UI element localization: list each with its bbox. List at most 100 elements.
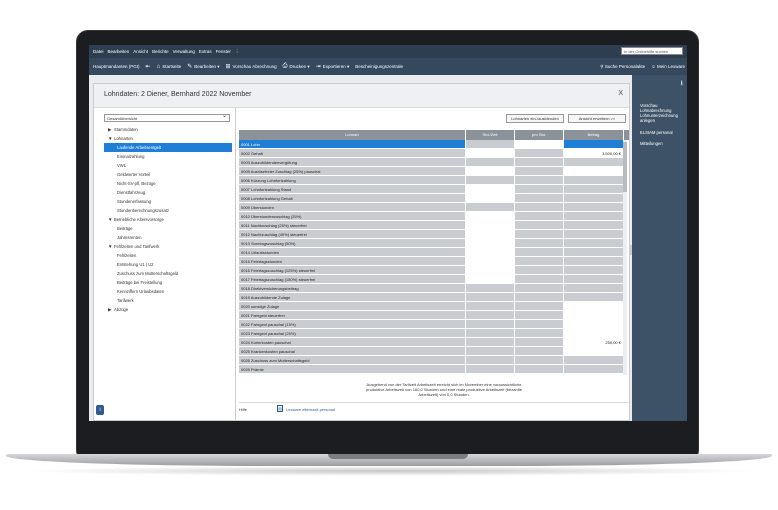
row-value-cell[interactable]: [515, 194, 564, 202]
menu-item[interactable]: Verwaltung: [173, 49, 195, 54]
row-value-cell[interactable]: 3.500,00 €: [564, 149, 624, 157]
tree-item[interactable]: ▼ Betriebliche Altersvorsorge: [104, 215, 232, 224]
tree-item[interactable]: Dienstfahrzeug: [104, 188, 232, 197]
menu-item[interactable]: Bearbeiten: [108, 49, 130, 54]
toolbar-item[interactable]: ⎙ Drucken ▾: [283, 63, 310, 70]
row-value-cell[interactable]: [564, 230, 624, 238]
row-value-cell[interactable]: [466, 248, 515, 256]
tree-item[interactable]: Laufende Arbeitsentgelt: [104, 143, 232, 152]
row-value-cell[interactable]: [466, 302, 515, 310]
rp-create-signature[interactable]: Lohnunterzeichnung anlegen: [640, 113, 686, 123]
col-hours[interactable]: Std./Zeit: [466, 130, 515, 140]
row-value-cell[interactable]: [564, 257, 624, 265]
collapse-icon[interactable]: ⇤: [146, 63, 151, 70]
table-row[interactable]: 0013 Sonntagszuschlag (50%): [239, 239, 629, 248]
menu-item[interactable]: Fenster: [216, 49, 231, 54]
tree-item[interactable]: ▼ Fehlzeiten und Tarifwerk: [104, 242, 232, 251]
row-value-cell[interactable]: [515, 302, 564, 310]
row-value-cell[interactable]: [515, 275, 564, 283]
row-value-cell[interactable]: [466, 320, 515, 328]
table-row[interactable]: 0023 Fahrgeld pauschal (25%): [239, 329, 629, 338]
toolbar-item[interactable]: ⊞ Vorschau Abrechnung: [226, 63, 277, 70]
row-value-cell[interactable]: [564, 293, 624, 301]
table-row[interactable]: 0001 Lohn: [239, 140, 629, 149]
row-value-cell[interactable]: [564, 311, 624, 319]
row-value-cell[interactable]: 250,00 €: [564, 338, 624, 346]
row-value-cell[interactable]: [564, 239, 624, 247]
row-value-cell[interactable]: [466, 275, 515, 283]
row-value-cell[interactable]: [515, 347, 564, 355]
toolbar-item[interactable]: ⇥ Exportieren ▾: [316, 63, 350, 71]
row-value-cell[interactable]: [515, 221, 564, 229]
row-value-cell[interactable]: [564, 140, 624, 148]
company-selector[interactable]: Hauptmandanten (PGI): [93, 64, 140, 69]
row-value-cell[interactable]: [515, 212, 564, 220]
row-value-cell[interactable]: [564, 194, 624, 202]
table-row[interactable]: 0029 Prämie: [239, 365, 629, 374]
tree-item[interactable]: ▶ Stammdaten: [104, 125, 232, 134]
row-value-cell[interactable]: [515, 140, 564, 148]
row-value-cell[interactable]: [515, 365, 564, 373]
row-value-cell[interactable]: [515, 158, 564, 166]
row-value-cell[interactable]: [564, 203, 624, 211]
row-value-cell[interactable]: [515, 239, 564, 247]
row-value-cell[interactable]: [466, 158, 515, 166]
row-value-cell[interactable]: [515, 203, 564, 211]
table-row[interactable]: 0005 Auslösefreier Zuschlag (25%) pausch…: [239, 167, 629, 176]
row-value-cell[interactable]: [466, 212, 515, 220]
row-value-cell[interactable]: [564, 284, 624, 292]
row-value-cell[interactable]: [564, 185, 624, 193]
rp-preview-payslip[interactable]: Vorschau Lohnabrechnung: [640, 103, 686, 113]
col-amount[interactable]: Betrag: [564, 130, 624, 140]
row-value-cell[interactable]: [564, 275, 624, 283]
table-row[interactable]: 0016 Feiertagszuschlag (125%) steuerfrei: [239, 266, 629, 275]
row-value-cell[interactable]: [515, 293, 564, 301]
row-value-cell[interactable]: [466, 284, 515, 292]
menu-item[interactable]: Berichte: [152, 49, 169, 54]
menu-item[interactable]: Datei: [93, 49, 104, 54]
row-value-cell[interactable]: [515, 230, 564, 238]
table-row[interactable]: 0003 Auszubildendenvergütung: [239, 158, 629, 167]
menu-item[interactable]: Ansicht: [133, 49, 148, 54]
row-value-cell[interactable]: [466, 194, 515, 202]
row-value-cell[interactable]: [515, 257, 564, 265]
row-value-cell[interactable]: [515, 338, 564, 346]
row-value-cell[interactable]: [515, 248, 564, 256]
table-row[interactable]: 0012 Nachtzuschlag (40%) steuerfrei: [239, 230, 629, 239]
close-icon[interactable]: X: [618, 90, 623, 97]
splitter[interactable]: [235, 108, 236, 421]
help-search-input[interactable]: In der Onlinehilfe suchen: [621, 47, 683, 55]
table-row[interactable]: 0021 Fahrgeld steuerfrei: [239, 311, 629, 320]
col-lohnart[interactable]: Lohnart: [239, 130, 466, 140]
tree-item[interactable]: Beiträge bei Freistellung: [104, 278, 232, 287]
table-row[interactable]: 0020 sonstige Zulage: [239, 302, 629, 311]
table-row[interactable]: 0019 Auszubildende Zulage: [239, 293, 629, 302]
row-value-cell[interactable]: [564, 329, 624, 337]
elternzeit-link[interactable]: Lexware elternzeit personal: [286, 407, 335, 412]
view-dropdown[interactable]: Gesamtübersicht: [104, 113, 230, 122]
toolbar-item[interactable]: ⌂ Startseite: [157, 64, 182, 70]
tree-item[interactable]: Jahresrenten: [104, 233, 232, 242]
row-value-cell[interactable]: [564, 248, 624, 256]
row-value-cell[interactable]: [515, 329, 564, 337]
menu-item[interactable]: ⋮: [235, 49, 240, 55]
tree-item[interactable]: Geldwerter Vorteil: [104, 170, 232, 179]
row-value-cell[interactable]: [515, 176, 564, 184]
row-value-cell[interactable]: [466, 311, 515, 319]
row-value-cell[interactable]: [466, 356, 515, 364]
table-row[interactable]: 0006 Kürzung Lohnfortzahlung: [239, 176, 629, 185]
table-row[interactable]: 0022 Fahrgeld pauschal (15%): [239, 320, 629, 329]
row-value-cell[interactable]: [466, 140, 515, 148]
tree-item[interactable]: Fehlzeiten: [104, 251, 232, 260]
table-row[interactable]: 0009 Überstunden: [239, 203, 629, 212]
row-value-cell[interactable]: [466, 239, 515, 247]
search-personal-file[interactable]: ⚲ Suche Personalakte: [600, 64, 645, 70]
table-row[interactable]: 0025 Krankenkosten pauschal: [239, 347, 629, 356]
tree-item[interactable]: ▶ Abzüge: [104, 305, 232, 314]
row-value-cell[interactable]: [466, 221, 515, 229]
row-value-cell[interactable]: [564, 365, 624, 373]
table-row[interactable]: 0017 Feiertagszuschlag (150%) steuerfrei: [239, 275, 629, 284]
row-value-cell[interactable]: [515, 320, 564, 328]
row-value-cell[interactable]: [564, 176, 624, 184]
row-value-cell[interactable]: [466, 176, 515, 184]
